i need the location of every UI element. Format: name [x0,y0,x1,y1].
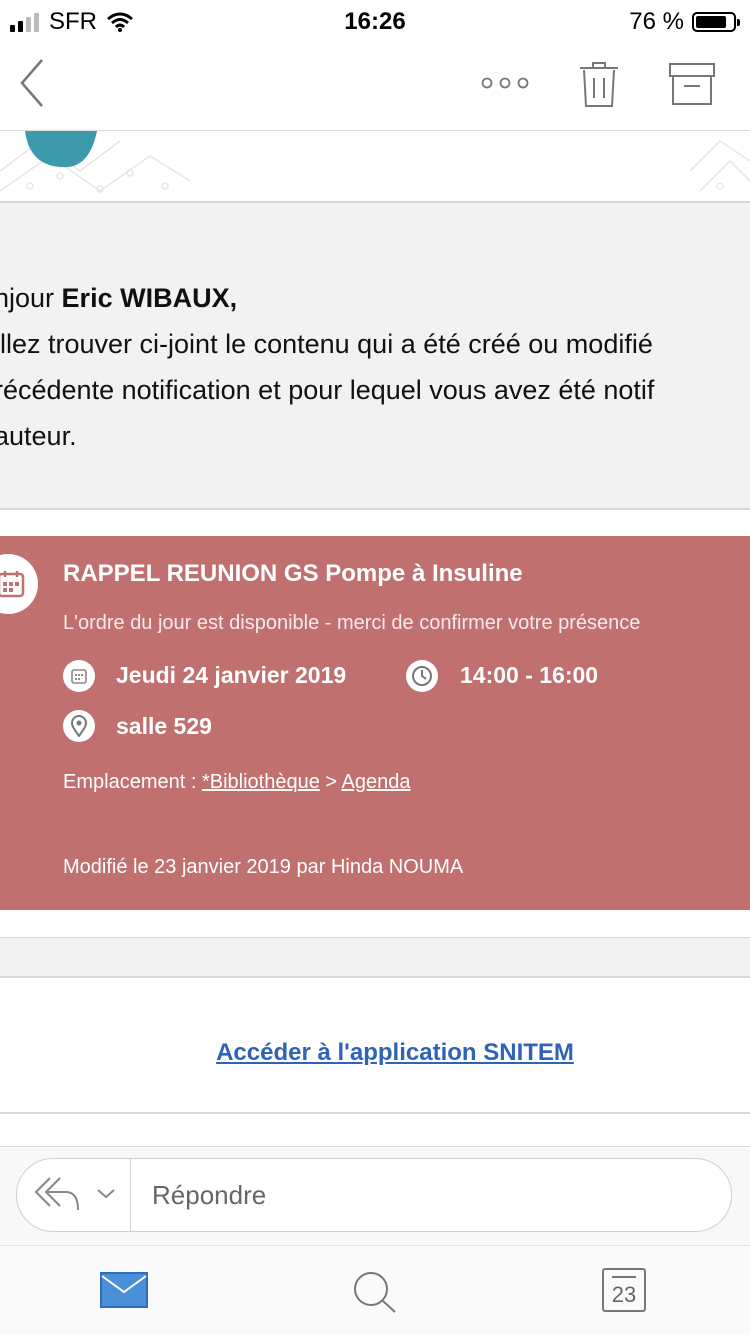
mail-icon[interactable] [100,1272,148,1308]
recipient-name: Eric WIBAUX, [61,283,238,313]
event-subtitle: L'ordre du jour est disponible - merci d… [63,612,641,634]
divider [0,976,750,978]
access-app-link[interactable]: Accéder à l'application SNITEM [0,1039,750,1067]
chevron-down-icon[interactable] [96,1188,116,1200]
calendar-icon [0,571,25,598]
greeting-line-3: récédente notification et pour lequel vo… [0,375,655,405]
location-pin-icon [63,710,95,742]
clock-icon [406,660,438,692]
calendar-day: 23 [611,1282,637,1307]
more-icon[interactable] [480,74,530,92]
event-modified: Modifié le 23 janvier 2019 par Hinda NOU… [63,856,464,878]
agenda-link[interactable]: Agenda [342,771,411,793]
event-room: salle 529 [116,713,212,739]
event-title: RAPPEL REUNION GS Pompe à Insuline [63,560,523,587]
status-right: 76 % [629,8,740,36]
event-date: Jeudi 24 janvier 2019 [116,662,347,688]
date-icon [63,660,95,692]
search-icon[interactable] [352,1270,398,1314]
event-time: 14:00 - 16:00 [460,662,599,688]
event-card [0,536,750,910]
reply-field[interactable] [16,1158,732,1232]
nav-bar [0,44,750,131]
status-bar: SFR 16:26 76 % [0,0,750,44]
location-label: Emplacement : [63,771,202,793]
event-location: Emplacement : *Bibliothèque > Agenda [63,771,411,794]
library-link[interactable]: *Bibliothèque [202,771,320,793]
spacer-strip [0,938,750,976]
divider [0,1112,750,1114]
greeting-text: njour Eric WIBAUX, illez trouver ci-join… [0,275,750,459]
battery-percent: 76 % [629,8,684,35]
back-chevron-icon[interactable] [18,58,46,108]
location-separator: > [319,771,342,793]
battery-icon [692,12,740,32]
divider [0,508,750,510]
reply-all-icon[interactable] [32,1174,82,1214]
greeting-line-4: auteur. [0,421,77,451]
reply-divider [130,1158,131,1232]
greeting-prefix: njour [0,283,62,313]
calendar-tab-icon[interactable]: 23 [602,1268,646,1312]
banner-logo-image [0,131,750,193]
archive-icon[interactable] [668,62,716,106]
trash-icon[interactable] [578,60,620,108]
email-banner [0,131,750,201]
greeting-line-2: illez trouver ci-joint le contenu qui a … [0,329,653,359]
reply-placeholder[interactable]: Répondre [152,1180,266,1211]
